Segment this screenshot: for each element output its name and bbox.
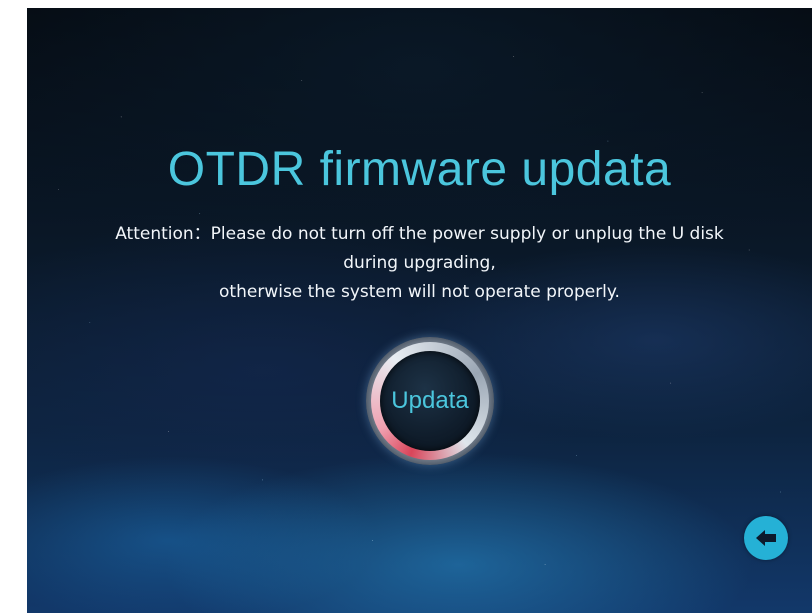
back-button[interactable] — [744, 516, 788, 560]
starfield-background — [27, 8, 812, 613]
update-button-face: Updata — [380, 351, 480, 451]
firmware-update-screen: OTDR firmware updata Attention：Please do… — [27, 8, 812, 613]
update-button-label: Updata — [391, 387, 469, 414]
attention-line-2: during upgrading, — [343, 253, 496, 273]
attention-line-1: Attention：Please do not turn off the pow… — [115, 224, 724, 244]
page-title: OTDR firmware updata — [167, 143, 672, 196]
update-button[interactable]: Updata — [366, 337, 494, 465]
attention-message: Attention：Please do not turn off the pow… — [67, 220, 772, 307]
attention-line-3: otherwise the system will not operate pr… — [219, 282, 620, 302]
